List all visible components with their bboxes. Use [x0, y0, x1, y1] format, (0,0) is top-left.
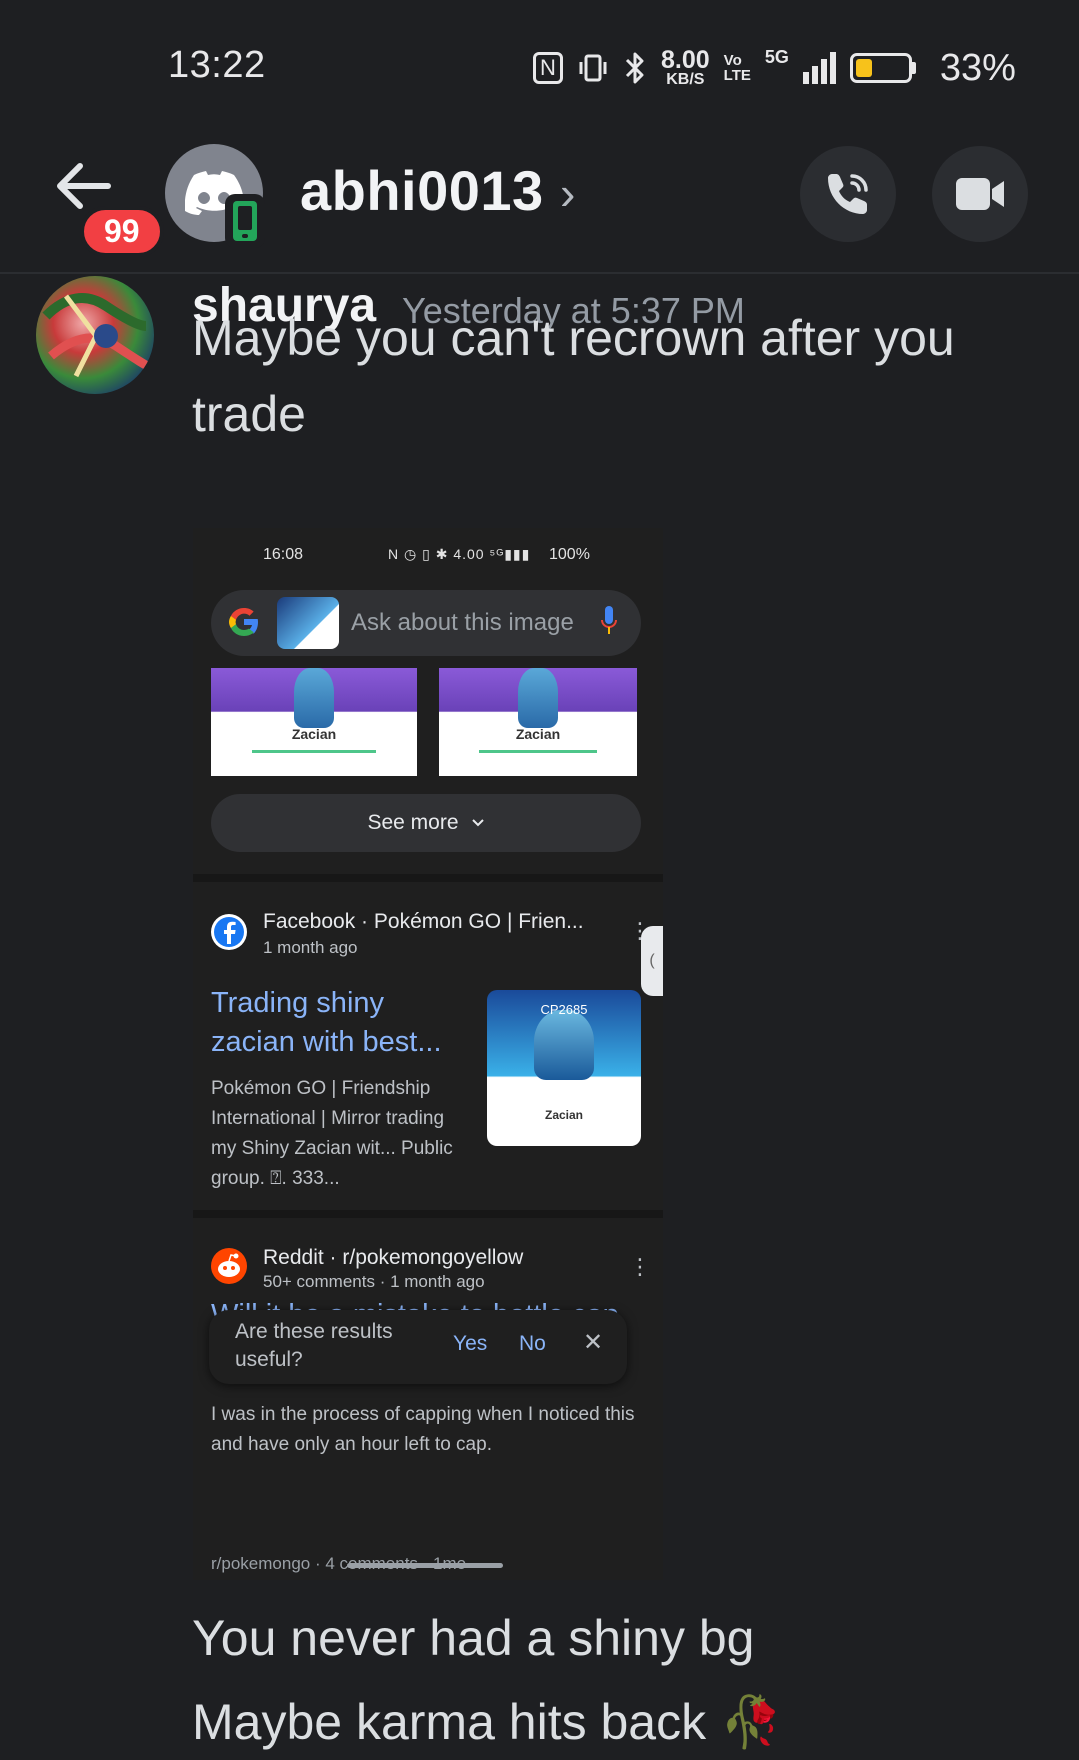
divider: [193, 874, 663, 882]
lens-search-bar: Ask about this image: [211, 590, 641, 656]
status-time: 13:22: [168, 44, 266, 86]
status-icons: N 8.00 KB/S Vo LTE 5G 33%: [533, 46, 1016, 90]
author-avatar[interactable]: [36, 276, 154, 394]
result-source: Reddit · r/pokemongoyellow: [263, 1246, 524, 1269]
close-icon: ✕: [583, 1329, 604, 1356]
result-thumbnail: CP2685 Zacian: [487, 990, 641, 1146]
result-snippet: I was in the process of capping when I n…: [211, 1404, 635, 1455]
feedback-prompt: Are these results useful? Yes No ✕: [209, 1310, 627, 1384]
more-options-icon: ⋮: [629, 1254, 651, 1279]
result-age: 50+ comments · 1 month ago: [263, 1272, 485, 1291]
mobile-status-icon: [225, 194, 265, 248]
feedback-question: Are these results useful?: [235, 1320, 393, 1371]
see-more-button: See more: [211, 794, 641, 852]
video-call-button[interactable]: [932, 146, 1028, 242]
query-image-thumbnail: [277, 597, 339, 649]
vibrate-icon: [579, 54, 607, 82]
side-panel-handle: (: [641, 926, 663, 996]
feedback-yes-button: Yes: [453, 1332, 488, 1355]
reddit-icon: [211, 1248, 247, 1284]
message-text: Maybe karma hits back 🥀: [192, 1694, 783, 1750]
network-type: 5G: [764, 47, 789, 67]
phone-icon: [828, 174, 868, 214]
video-camera-icon: [956, 178, 1004, 210]
unread-badge: 99: [80, 206, 164, 257]
result-snippet: Pokémon GO | Friendship International | …: [211, 1078, 453, 1189]
nfc-icon: N: [533, 52, 563, 84]
avatar-art: [42, 293, 150, 378]
facebook-icon: [211, 914, 247, 950]
battery-icon: [849, 53, 916, 83]
message-text: You never had a shiny bg: [192, 1610, 755, 1666]
status-bar: 13:22 N 8.00 KB/S Vo LTE 5G 33%: [0, 0, 1079, 130]
google-logo-icon: [227, 605, 261, 639]
gesture-bar: [347, 1563, 503, 1568]
visual-match-image: Zacian: [439, 668, 637, 776]
search-placeholder: Ask about this image: [351, 609, 574, 636]
signal-icon: [802, 52, 836, 84]
voice-call-button[interactable]: [800, 146, 896, 242]
divider: [193, 1210, 663, 1218]
dm-header: 99 abhi0013 ›: [0, 130, 1079, 274]
feedback-no-button: No: [519, 1332, 546, 1355]
battery-percent: 33%: [939, 46, 1016, 89]
network-speed: 8.00 KB/S: [661, 45, 710, 89]
image-attachment[interactable]: 16:08 N ◷ ▯ ✱ 4.00 ⁵ᴳ▮▮▮ 100% Ask about …: [193, 528, 663, 1580]
volte-icon: Vo LTE: [723, 52, 751, 84]
chevron-right-icon[interactable]: ›: [560, 166, 575, 220]
message-text: Maybe you can't recrown after you trade: [192, 310, 955, 442]
visual-match-image: Zacian: [211, 668, 417, 776]
result-title: Trading shiny zacian with best...: [211, 987, 442, 1058]
chevron-down-icon: [471, 819, 484, 827]
attachment-status-bar: 16:08 N ◷ ▯ ✱ 4.00 ⁵ᴳ▮▮▮ 100%: [263, 546, 590, 563]
result-source: Facebook · Pokémon GO | Frien...: [263, 910, 584, 933]
bluetooth-icon: [625, 52, 644, 84]
result-age: 1 month ago: [263, 938, 358, 957]
dm-username[interactable]: abhi0013: [300, 158, 544, 223]
microphone-icon: [601, 606, 617, 634]
